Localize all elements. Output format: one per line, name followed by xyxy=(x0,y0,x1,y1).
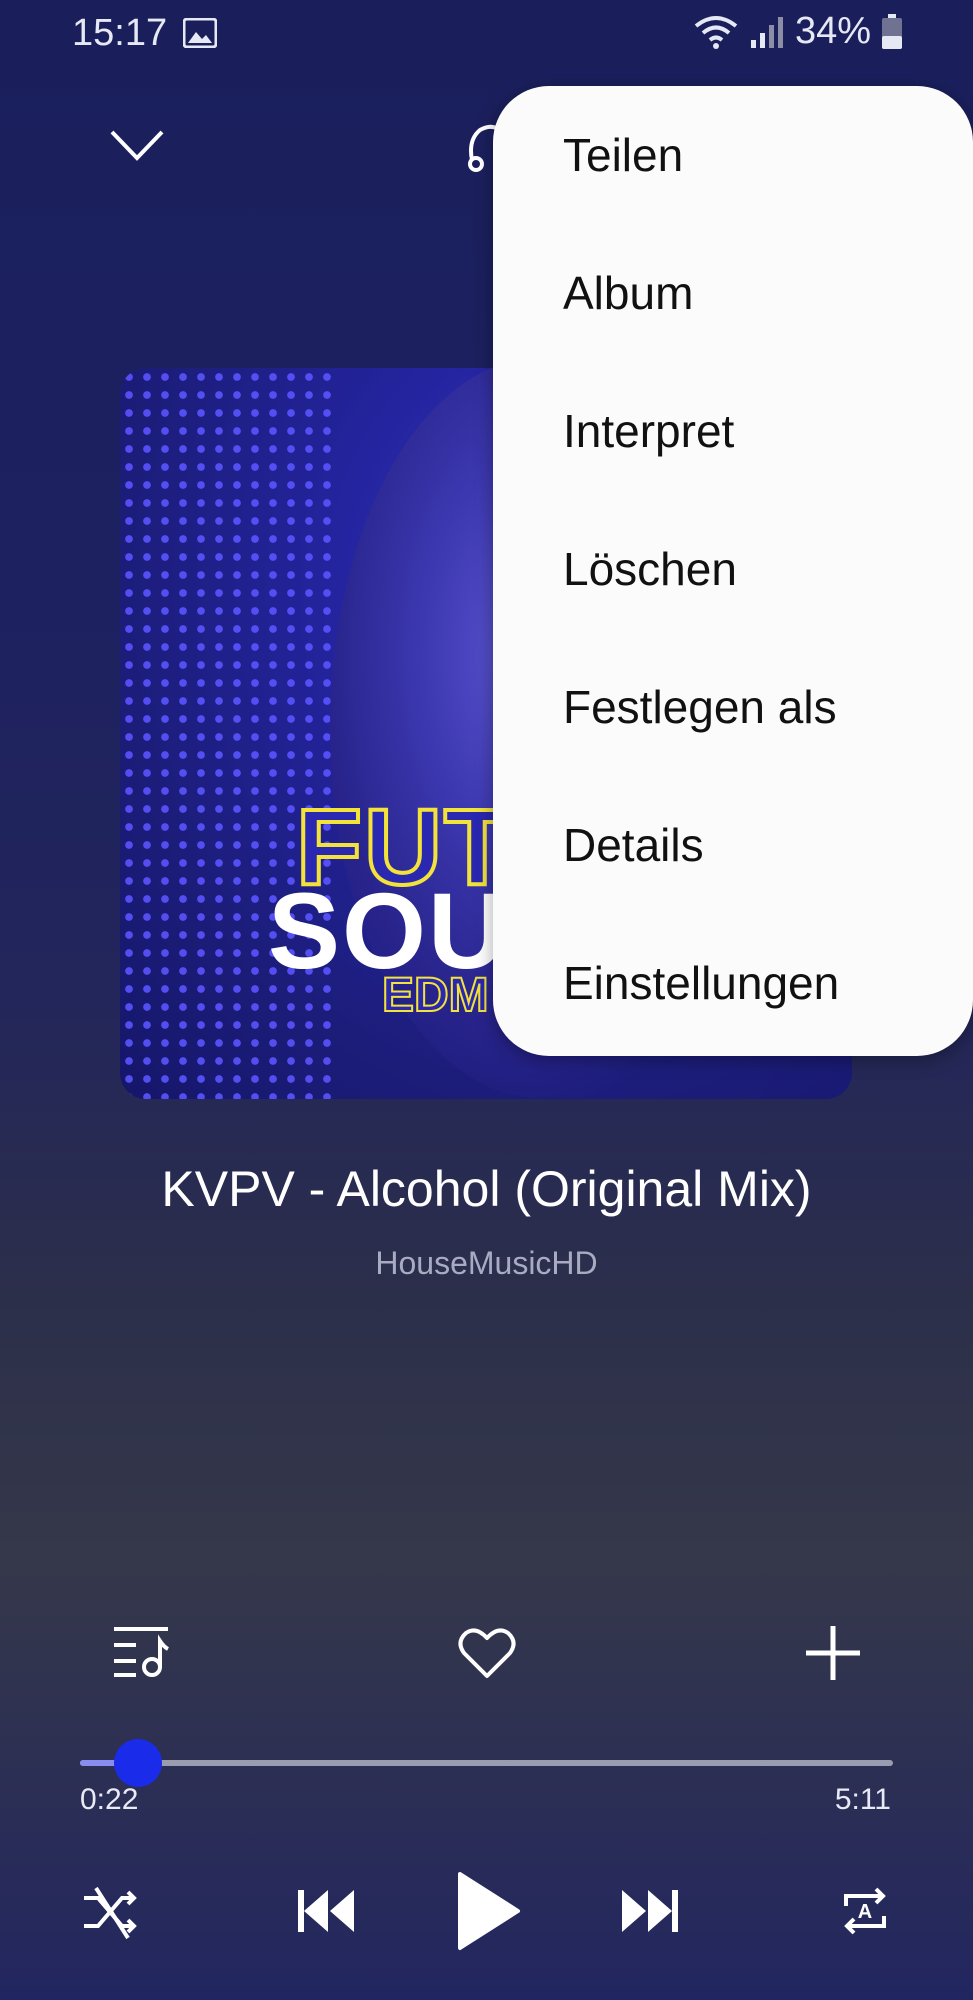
previous-track-icon[interactable] xyxy=(298,1888,356,1934)
svg-text:A: A xyxy=(858,1901,872,1923)
signal-icon xyxy=(750,16,783,48)
menu-item-settings[interactable]: Einstellungen xyxy=(563,956,839,1010)
battery-percent: 34% xyxy=(794,10,871,52)
total-time: 5:11 xyxy=(834,1783,891,1816)
track-artist: HouseMusicHD xyxy=(375,1245,598,1281)
progress-bar[interactable] xyxy=(80,1760,893,1766)
shuffle-off-icon[interactable] xyxy=(82,1884,138,1940)
menu-item-share[interactable]: Teilen xyxy=(563,128,683,182)
track-title: KVPV - Alcohol (Original Mix) xyxy=(161,1161,812,1217)
repeat-mode-icon[interactable]: A xyxy=(838,1884,892,1938)
menu-item-album[interactable]: Album xyxy=(563,266,693,320)
overflow-menu: Teilen Album Interpret Löschen Festlegen… xyxy=(493,86,973,1056)
wifi-icon xyxy=(694,15,738,49)
menu-item-artist[interactable]: Interpret xyxy=(563,404,734,458)
menu-item-details[interactable]: Details xyxy=(563,818,704,872)
status-bar: 15:17 34% xyxy=(0,0,973,70)
status-time: 15:17 xyxy=(72,12,168,54)
next-track-icon[interactable] xyxy=(620,1888,678,1934)
add-to-playlist-plus-icon[interactable] xyxy=(804,1624,862,1682)
play-icon[interactable] xyxy=(456,1870,522,1952)
playlist-queue-icon[interactable] xyxy=(112,1625,170,1679)
menu-item-set-as[interactable]: Festlegen als xyxy=(563,680,837,734)
collapse-chevron-down-icon[interactable] xyxy=(108,126,166,166)
favorite-heart-icon[interactable] xyxy=(458,1626,516,1680)
gallery-notification-icon xyxy=(183,18,217,48)
current-time: 0:22 xyxy=(80,1783,139,1816)
menu-item-delete[interactable]: Löschen xyxy=(563,542,737,596)
status-indicators: 34% xyxy=(693,10,903,53)
battery-icon xyxy=(882,13,902,49)
progress-bar-thumb[interactable] xyxy=(114,1739,162,1787)
